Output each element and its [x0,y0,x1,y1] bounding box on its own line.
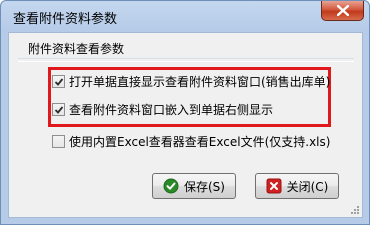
checkmark-icon [54,105,64,114]
close-button[interactable]: 关闭(C) [255,173,339,199]
close-icon [266,178,282,194]
title-bar[interactable]: 查看附件资料参数 [1,1,369,33]
checkmark-icon [54,77,64,86]
close-button-label: 关闭(C) [286,179,329,194]
window-title: 查看附件资料参数 [13,12,118,27]
checkbox-embed-right[interactable] [52,102,65,116]
checkbox-show-on-open[interactable] [52,74,65,88]
option-label: 查看附件资料窗口嵌入到单据右侧显示 [69,102,274,117]
option-show-on-open[interactable]: 打开单据直接显示查看附件资料窗口(销售出库单) [52,73,330,89]
group-title: 附件资料查看参数 [28,42,125,56]
save-button-label: 保存(S) [184,179,225,194]
close-x-icon [337,5,349,16]
checkbox-excel-viewer[interactable] [52,134,65,148]
save-icon [163,178,179,194]
option-excel-viewer[interactable]: 使用内置Excel查看器查看Excel文件(仅支持.xls) [52,133,330,149]
option-label: 使用内置Excel查看器查看Excel文件(仅支持.xls) [69,134,331,149]
option-embed-right[interactable]: 查看附件资料窗口嵌入到单据右侧显示 [52,101,273,117]
save-button[interactable]: 保存(S) [152,173,236,199]
resize-grip-icon[interactable] [350,205,360,215]
option-label: 打开单据直接显示查看附件资料窗口(销售出库单) [69,74,331,89]
window-close-button[interactable] [321,1,364,21]
group-divider [18,58,354,62]
